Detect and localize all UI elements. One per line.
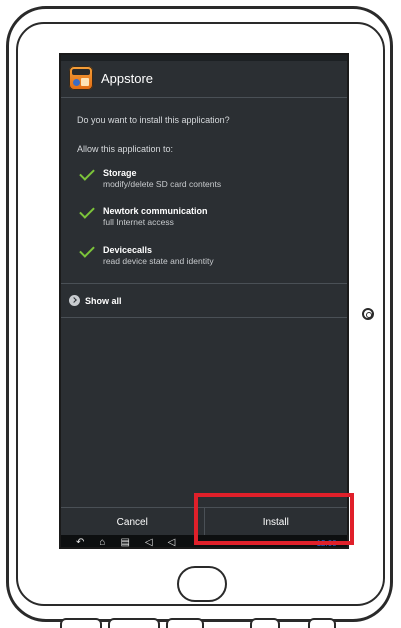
- show-all-divider: [61, 317, 347, 318]
- port-3: [166, 618, 204, 628]
- dialog-header: Appstore: [69, 65, 153, 91]
- port-1: [60, 618, 102, 628]
- install-highlight-box: [194, 493, 354, 545]
- permission-desc: modify/delete SD card contents: [103, 179, 222, 189]
- port-4: [250, 618, 280, 628]
- screen-top-edge: [61, 55, 347, 61]
- back-icon[interactable]: ↶: [76, 535, 84, 547]
- permission-item: Storage modify/delete SD card contents: [77, 168, 221, 190]
- permission-title: Devicecalls: [103, 245, 153, 255]
- show-all-label: Show all: [85, 295, 122, 306]
- appstore-icon: [69, 66, 93, 90]
- tablet-screen: Appstore Do you want to install this app…: [59, 53, 349, 549]
- permission-title: Newtork communication: [103, 206, 208, 216]
- recents-icon[interactable]: ▤: [120, 535, 129, 547]
- cancel-button[interactable]: Cancel: [61, 508, 204, 536]
- volume-down-icon[interactable]: ◁: [145, 535, 153, 547]
- tablet-bottom-ports: [60, 618, 340, 628]
- volume-up-icon[interactable]: ◁: [168, 535, 176, 547]
- check-icon: [77, 206, 95, 218]
- app-title: Appstore: [101, 70, 154, 86]
- permission-desc: read device state and identity: [103, 256, 214, 266]
- permission-desc: full Internet access: [103, 217, 174, 227]
- chevron-right-icon: [69, 295, 80, 306]
- check-icon: [77, 168, 95, 180]
- home-icon[interactable]: ⌂: [99, 535, 105, 547]
- install-question: Do you want to install this application?: [77, 115, 230, 125]
- camera-lens: [362, 308, 374, 320]
- hardware-home-button[interactable]: [177, 566, 227, 602]
- permission-item: Newtork communication full Internet acce…: [77, 206, 208, 228]
- show-all-button[interactable]: Show all: [69, 295, 122, 306]
- port-5: [308, 618, 336, 628]
- check-icon: [77, 245, 95, 257]
- header-divider: [61, 97, 347, 98]
- permission-item: Devicecalls read device state and identi…: [77, 245, 214, 267]
- permissions-divider: [61, 283, 347, 284]
- permission-title: Storage: [103, 168, 137, 178]
- port-2: [108, 618, 160, 628]
- allow-label: Allow this application to:: [77, 144, 174, 154]
